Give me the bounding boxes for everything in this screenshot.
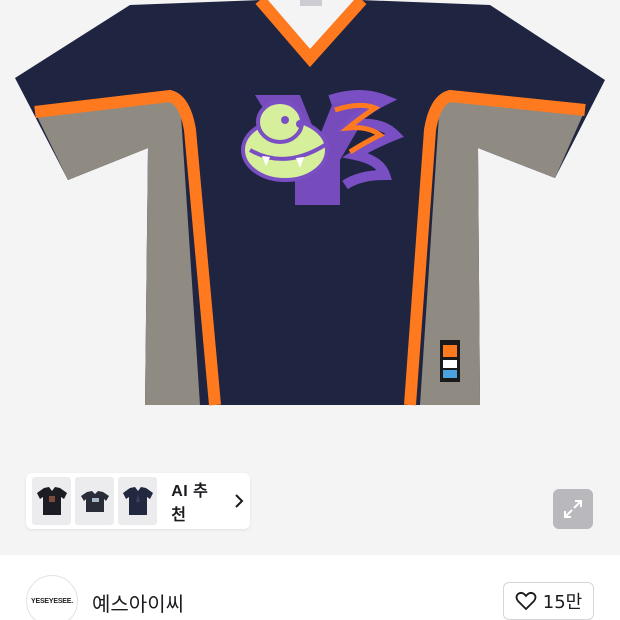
ai-recommend-label: AI 추천: [171, 483, 209, 524]
like-button[interactable]: 15만: [503, 582, 594, 620]
brand-avatar[interactable]: YESEYESEE.: [26, 575, 78, 620]
product-image-area[interactable]: AI 추천: [0, 0, 620, 555]
expand-icon: [564, 500, 582, 518]
expand-image-button[interactable]: [553, 489, 593, 529]
heart-icon: [515, 591, 537, 611]
ai-recommend-strip[interactable]: AI 추천: [26, 473, 250, 529]
tshirt-flat-icon: [80, 491, 109, 512]
brand-name[interactable]: 예스아이씨: [92, 588, 184, 617]
recommend-thumb-3[interactable]: [118, 477, 158, 525]
brand-row: YESEYESEE. 예스아이씨 15만: [0, 555, 620, 620]
product-photo: [15, 0, 605, 406]
recommend-thumb-2[interactable]: [75, 477, 115, 525]
like-count: 15만: [542, 592, 583, 613]
brand-logo: YESEYESEE.: [31, 597, 73, 605]
tshirt-black-icon: [36, 487, 67, 515]
chevron-right-icon: [234, 494, 244, 508]
tshirt-navy-icon: [122, 487, 153, 515]
recommend-thumb-1[interactable]: [32, 477, 72, 525]
